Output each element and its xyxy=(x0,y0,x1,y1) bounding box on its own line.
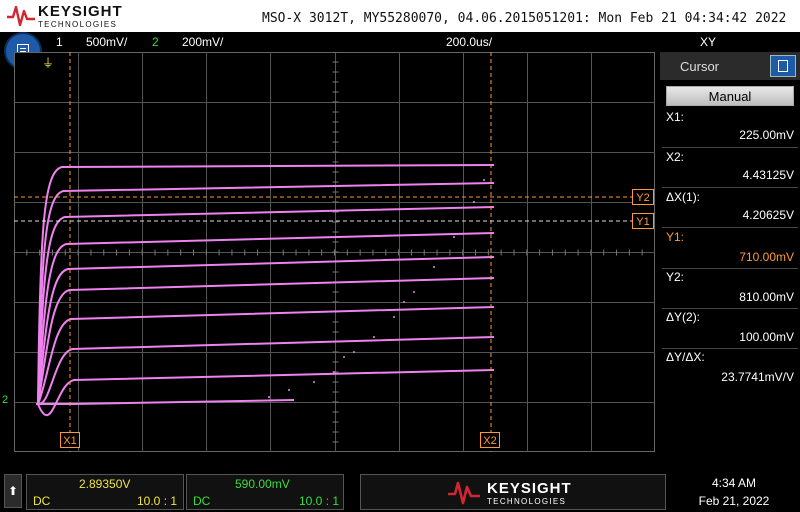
trace-dot xyxy=(433,266,435,268)
ch2-scale[interactable]: 200mV/ xyxy=(182,35,223,49)
x2-label: X2: xyxy=(666,150,685,164)
trace-dot xyxy=(268,396,270,398)
trace-dot xyxy=(403,301,405,303)
keysight-wave-icon xyxy=(7,5,35,27)
divider xyxy=(662,268,798,269)
trace-curve xyxy=(37,369,495,416)
x1-value[interactable]: 225.00mV xyxy=(739,128,794,142)
display-mode[interactable]: XY xyxy=(700,35,716,49)
delta-x-label: ΔX(1): xyxy=(666,190,701,204)
ch2-info-box[interactable]: 590.00mV DC 10.0 : 1 xyxy=(186,474,344,510)
arrow-up-icon: ⬆ xyxy=(7,484,19,498)
trace-dot xyxy=(333,371,335,373)
y2-label: Y2: xyxy=(666,270,685,284)
divider xyxy=(662,147,798,148)
dy-dx-value: 23.7741mV/V xyxy=(721,370,794,384)
dy-dx-label: ΔY/ΔX: xyxy=(666,350,705,364)
ch1-scale[interactable]: 500mV/ xyxy=(86,35,127,49)
trace-dot xyxy=(373,336,375,338)
x1-marker[interactable]: X1 xyxy=(60,432,80,448)
divider xyxy=(662,187,798,188)
ch1-probe: 10.0 : 1 xyxy=(137,494,178,508)
waveform-display[interactable]: X1 X2 Y2 Y1 2 xyxy=(2,51,655,452)
title-bar: KEYSIGHT TECHNOLOGIES MSO-X 3012T, MY552… xyxy=(0,0,800,32)
trace-dot xyxy=(288,389,290,391)
x2-value[interactable]: 4.43125V xyxy=(743,168,794,182)
ch2-value: 590.00mV xyxy=(235,477,290,491)
y1-value[interactable]: 710.00mV xyxy=(739,250,794,264)
trace-dot xyxy=(343,356,345,358)
ch1-value: 2.89350V xyxy=(79,477,131,491)
brand-subtitle: TECHNOLOGIES xyxy=(487,497,567,506)
y2-marker[interactable]: Y2 xyxy=(632,189,654,205)
y1-marker[interactable]: Y1 xyxy=(632,213,654,229)
brand-name: KEYSIGHT xyxy=(38,3,123,20)
trace-dot xyxy=(313,381,315,383)
expand-up-button[interactable]: ⬆ xyxy=(4,474,22,508)
divider xyxy=(662,227,798,228)
cursor-mode-button[interactable]: Manual xyxy=(666,86,794,106)
keysight-logo: KEYSIGHT TECHNOLOGIES xyxy=(6,3,146,29)
x2-marker[interactable]: X2 xyxy=(480,432,500,448)
ch1-info-box[interactable]: 2.89350V DC 10.0 : 1 xyxy=(26,474,184,510)
panel-menu-icon[interactable] xyxy=(770,55,796,77)
clock-time: 4:34 AM xyxy=(711,476,757,490)
delta-y-label: ΔY(2): xyxy=(666,310,701,324)
ground-level-icon[interactable]: ⏚ xyxy=(42,54,54,71)
trace-curve xyxy=(37,336,495,405)
trace-dot xyxy=(453,236,455,238)
channel-status-bar: 1 500mV/ 2 200mV/ 200.0us/ XY xyxy=(0,32,800,52)
trace-dot xyxy=(413,291,415,293)
timebase[interactable]: 200.0us/ xyxy=(446,35,492,49)
graticule xyxy=(13,51,655,452)
device-info: MSO-X 3012T, MY55280070, 04.06.201505120… xyxy=(262,11,787,26)
brand-name: KEYSIGHT xyxy=(487,480,572,497)
keysight-wave-icon xyxy=(448,481,480,505)
trace-curve xyxy=(37,306,495,405)
brand-subtitle: TECHNOLOGIES xyxy=(38,20,118,29)
cursor-panel: Cursor Manual X1: 225.00mV X2: 4.43125V … xyxy=(660,52,800,452)
x1-label: X1: xyxy=(666,110,685,124)
ch1-coupling: DC xyxy=(33,494,51,508)
divider xyxy=(662,348,798,349)
delta-y-value: 100.00mV xyxy=(739,330,794,344)
ch2-ground-marker[interactable]: 2 xyxy=(2,394,14,408)
ch2-number[interactable]: 2 xyxy=(152,35,159,49)
trace-dot xyxy=(483,179,485,181)
trace-curve xyxy=(37,277,495,405)
ch2-probe: 10.0 : 1 xyxy=(299,494,340,508)
trace-dot xyxy=(393,316,395,318)
y1-label: Y1: xyxy=(666,230,685,244)
divider xyxy=(662,308,798,309)
cursor-panel-title: Cursor xyxy=(680,59,720,74)
trace-dot xyxy=(353,351,355,353)
delta-x-value: 4.20625V xyxy=(742,208,794,222)
clock-date: Feb 21, 2022 xyxy=(698,494,770,508)
ch2-coupling: DC xyxy=(193,494,211,508)
cursor-panel-header: Cursor xyxy=(660,52,800,80)
trace-dot xyxy=(473,201,475,203)
clock: 4:34 AM Feb 21, 2022 xyxy=(672,474,796,510)
brand-banner: KEYSIGHT TECHNOLOGIES xyxy=(360,474,666,510)
ch1-number[interactable]: 1 xyxy=(56,35,63,49)
y2-value[interactable]: 810.00mV xyxy=(739,290,794,304)
